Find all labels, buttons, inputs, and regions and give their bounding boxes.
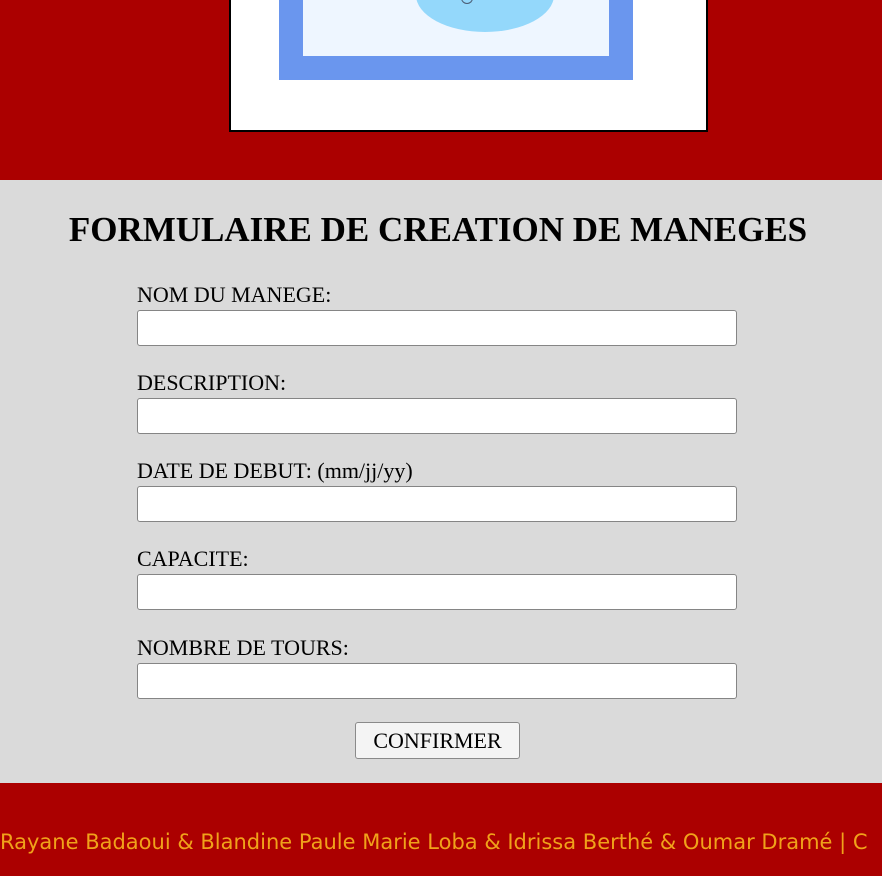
confirm-button[interactable]: CONFIRMER	[355, 722, 520, 759]
field-nombre-de-tours: NOMBRE DE TOURS:	[137, 635, 739, 699]
field-label: DESCRIPTION:	[137, 370, 287, 395]
field-label: NOMBRE DE TOURS:	[137, 635, 349, 660]
field-description: DESCRIPTION:	[137, 370, 739, 434]
ride-name-input[interactable]	[137, 310, 737, 346]
field-label: NOM DU MANEGE:	[137, 282, 332, 307]
field-label: DATE DE DEBUT: (mm/jj/yy)	[137, 458, 413, 483]
site-footer: Rayane Badaoui & Blandine Paule Marie Lo…	[0, 783, 882, 876]
main-content: FORMULAIRE DE CREATION DE MANEGES NOM DU…	[0, 180, 882, 783]
start-date-input[interactable]	[137, 486, 737, 522]
footer-credits: Rayane Badaoui & Blandine Paule Marie Lo…	[0, 830, 868, 854]
logo-border	[279, 0, 633, 80]
site-logo[interactable]	[229, 0, 708, 132]
field-label: CAPACITE:	[137, 546, 249, 571]
field-nom-du-manege: NOM DU MANEGE:	[137, 282, 739, 346]
amusement-park-logo-icon	[416, 0, 554, 32]
logo-image	[303, 0, 609, 56]
site-header	[0, 0, 882, 180]
field-date-de-debut: DATE DE DEBUT: (mm/jj/yy)	[137, 458, 739, 522]
capacity-input[interactable]	[137, 574, 737, 610]
description-input[interactable]	[137, 398, 737, 434]
field-capacite: CAPACITE:	[137, 546, 739, 610]
form-title: FORMULAIRE DE CREATION DE MANEGES	[68, 210, 808, 249]
number-of-rounds-input[interactable]	[137, 663, 737, 699]
